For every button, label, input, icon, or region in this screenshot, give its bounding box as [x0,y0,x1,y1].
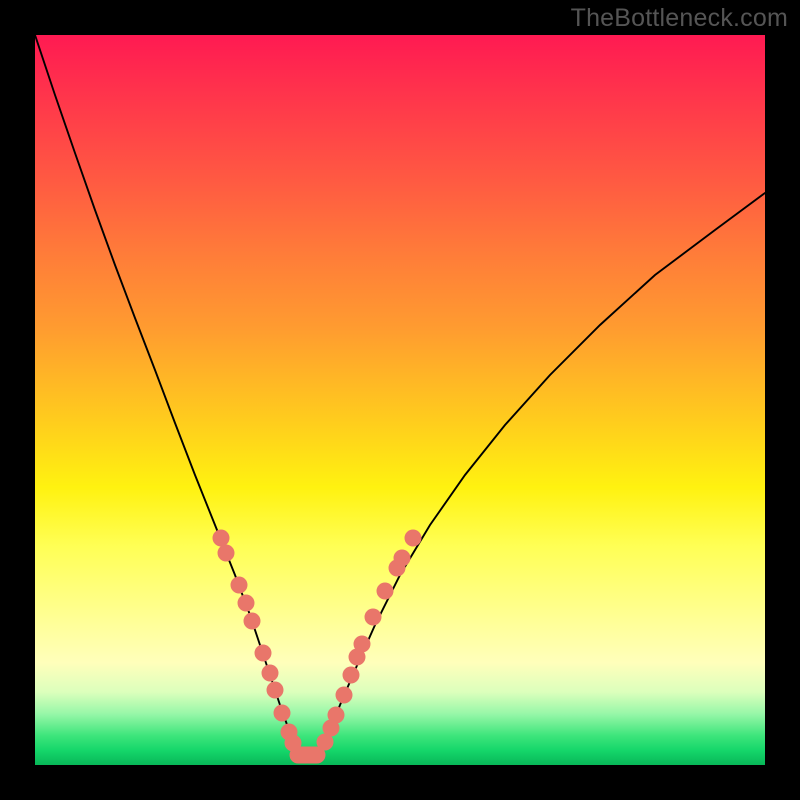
marker-left-3 [238,595,255,612]
marker-left-10 [285,735,302,752]
marker-right-6 [354,636,371,653]
marker-right-8 [377,583,394,600]
marker-left-1 [218,545,235,562]
marker-right-3 [336,687,353,704]
attribution-watermark: TheBottleneck.com [571,4,788,33]
marker-left-8 [274,705,291,722]
marker-left-2 [231,577,248,594]
marker-left-0 [213,530,230,547]
marker-right-2 [328,707,345,724]
curve-right-branch [317,193,765,755]
marker-right-7 [365,609,382,626]
marker-right-11 [405,530,422,547]
marker-left-7 [267,682,284,699]
marker-left-4 [244,613,261,630]
chart-frame: TheBottleneck.com [0,0,800,800]
marker-right-10 [394,550,411,567]
marker-left-6 [262,665,279,682]
chart-svg [35,35,765,765]
marker-right-4 [343,667,360,684]
marker-left-5 [255,645,272,662]
plot-area [35,35,765,765]
